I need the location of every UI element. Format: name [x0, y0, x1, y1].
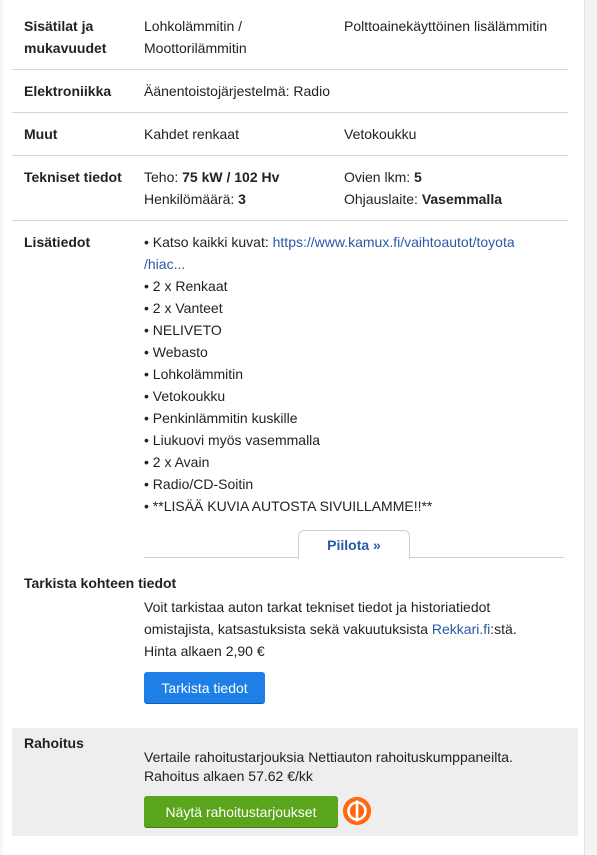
- extra-label: Lisätiedot: [24, 234, 91, 250]
- list-item: • Lohkolämmitin: [144, 366, 244, 382]
- interior-label: Sisätilat ja mukavuudet: [24, 18, 107, 56]
- check-details-button[interactable]: Tarkista tiedot: [144, 672, 265, 703]
- list-item: • **LISÄÄ KUVIA AUTOSTA SIVUILLAMME!!**: [144, 498, 433, 514]
- doors-value: 5: [414, 169, 422, 185]
- check-section-title: Tarkista kohteen tiedot: [24, 575, 177, 591]
- steering-value: Vasemmalla: [421, 191, 502, 207]
- technical-label: Tekniset tiedot: [24, 169, 122, 185]
- interior-col1: Lohkolämmitin / Moottorilämmitin: [144, 18, 247, 56]
- list-item: • 2 x Renkaat: [144, 278, 228, 294]
- finance-title: Rahoitus: [24, 735, 84, 751]
- misc-label: Muut: [24, 126, 58, 142]
- op-bank-logo-icon: [343, 797, 371, 825]
- misc-col2: Vetokoukku: [344, 126, 417, 142]
- misc-col1: Kahdet renkaat: [144, 126, 239, 142]
- power-value: 75 kW / 102 Hv: [182, 169, 280, 185]
- technical-col1: Teho: 75 kW / 102 Hv Henkilömäärä: 3: [144, 166, 279, 210]
- list-item: • Penkinlämmitin kuskille: [144, 410, 298, 426]
- kamux-link-continued[interactable]: /hiac...: [144, 256, 185, 272]
- list-item: • Radio/CD-Soitin: [144, 476, 254, 492]
- finance-description: Vertaile rahoitustarjouksia Nettiauton r…: [144, 749, 513, 784]
- kamux-link[interactable]: https://www.kamux.fi/vaihtoautot/toyota: [273, 234, 515, 250]
- rekkari-link[interactable]: Rekkari.fi: [432, 621, 490, 637]
- list-item: • Katso kaikki kuvat: https://www.kamux.…: [144, 234, 515, 250]
- list-item: • Webasto: [144, 344, 208, 360]
- electronics-label: Elektroniikka: [24, 83, 112, 99]
- steering-label: Ohjauslaite:: [344, 191, 418, 207]
- electronics-value: Äänentoistojärjestelmä: Radio: [144, 83, 330, 99]
- list-item: • Liukuovi myös vasemmalla: [144, 432, 321, 448]
- list-item: • NELIVETO: [144, 322, 222, 338]
- power-label: Teho:: [144, 169, 179, 185]
- page-scrollbar[interactable]: [584, 0, 597, 855]
- divider: [12, 220, 568, 221]
- list-item: /hiac...: [144, 253, 515, 275]
- extra-info-list: • Katso kaikki kuvat: https://www.kamux.…: [144, 231, 515, 517]
- divider: [12, 69, 568, 70]
- interior-col2: Polttoainekäyttöinen lisälämmitin: [344, 18, 548, 34]
- check-description: Voit tarkistaa auton tarkat tekniset tie…: [144, 596, 517, 662]
- list-item: • 2 x Vanteet: [144, 300, 223, 316]
- divider: [12, 112, 568, 113]
- list-item: • Vetokoukku: [144, 388, 226, 404]
- show-financing-offers-button[interactable]: Näytä rahoitustarjoukset: [144, 796, 338, 827]
- persons-label: Henkilömäärä:: [144, 191, 235, 207]
- hide-details-tab[interactable]: Piilota »: [298, 530, 410, 559]
- left-edge: [0, 0, 3, 855]
- list-item: • 2 x Avain: [144, 454, 210, 470]
- divider: [12, 155, 568, 156]
- doors-label: Ovien lkm:: [344, 169, 411, 185]
- technical-col2: Ovien lkm: 5 Ohjauslaite: Vasemmalla: [344, 166, 502, 210]
- persons-value: 3: [238, 191, 246, 207]
- check-price: Hinta alkaen 2,90 €: [144, 643, 265, 659]
